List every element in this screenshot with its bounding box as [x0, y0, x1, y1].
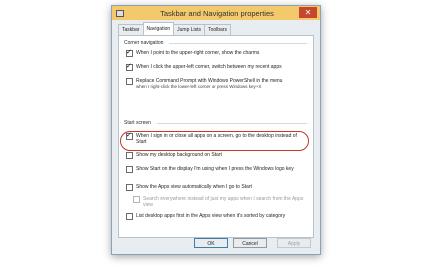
group-divider [169, 43, 307, 44]
checkbox-switch-recent-apps[interactable] [126, 62, 133, 71]
option-show-charms[interactable]: When I point to the upper-right corner, … [126, 48, 306, 57]
close-button[interactable]: ✕ [299, 7, 317, 18]
checkbox-go-to-desktop[interactable] [126, 131, 133, 140]
option-go-to-desktop[interactable]: When I sign in or close all apps on a sc… [126, 131, 306, 145]
cancel-button[interactable]: Cancel [233, 238, 267, 248]
start-screen-heading: Start screen [124, 120, 151, 126]
tab-strip: Taskbar Navigation Jump Lists Toolbars [118, 22, 231, 35]
window-title: Taskbar and Navigation properties [160, 8, 274, 18]
tab-toolbars[interactable]: Toolbars [204, 24, 231, 35]
tab-navigation[interactable]: Navigation [142, 22, 175, 35]
option-label: Search everywhere instead of just my app… [143, 196, 304, 208]
checkbox-start-on-display[interactable] [126, 166, 133, 173]
ok-button[interactable]: OK [194, 238, 228, 248]
tab-taskbar[interactable]: Taskbar [118, 24, 144, 35]
option-apps-view[interactable]: Show the Apps view automatically when I … [126, 184, 306, 191]
option-label: When I click the upper-left corner, swit… [136, 64, 282, 70]
checkbox-apps-view[interactable] [126, 184, 133, 191]
option-switch-recent-apps[interactable]: When I click the upper-left corner, swit… [126, 62, 306, 71]
option-start-on-display[interactable]: Show Start on the display I'm using when… [126, 166, 306, 173]
option-label: When I sign in or close all apps on a sc… [136, 133, 297, 145]
dialog-footer: OK Cancel Apply [112, 238, 320, 250]
group-divider [157, 123, 307, 124]
navigation-panel: Corner navigation When I point to the up… [118, 35, 314, 238]
checkbox-desktop-apps-first[interactable] [126, 213, 133, 220]
option-search-everywhere: Search everywhere instead of just my app… [133, 196, 305, 208]
taskbar-app-icon [116, 9, 124, 17]
properties-dialog: Taskbar and Navigation properties ✕ Task… [111, 5, 321, 255]
checkbox-powershell[interactable] [126, 78, 133, 85]
option-label: List desktop apps first in the Apps view… [136, 213, 286, 219]
option-label: Show my desktop background on Start [136, 152, 222, 158]
option-label-sub: when I right-click the lower-left corner… [136, 84, 262, 89]
checkbox-search-everywhere [133, 196, 140, 203]
option-powershell[interactable]: Replace Command Prompt with Windows Powe… [126, 78, 306, 90]
option-desktop-background[interactable]: Show my desktop background on Start [126, 152, 306, 159]
option-label: Replace Command Prompt with Windows Powe… [136, 78, 282, 90]
option-label: Show Start on the display I'm using when… [136, 166, 294, 172]
option-desktop-apps-first[interactable]: List desktop apps first in the Apps view… [126, 213, 306, 220]
corner-navigation-heading: Corner navigation [124, 40, 164, 46]
option-label: When I point to the upper-right corner, … [136, 50, 260, 56]
tab-jump-lists[interactable]: Jump Lists [173, 24, 206, 35]
apply-button[interactable]: Apply [277, 238, 311, 248]
checkbox-show-charms[interactable] [126, 48, 133, 57]
title-bar[interactable]: Taskbar and Navigation properties ✕ [112, 6, 320, 20]
option-label: Show the Apps view automatically when I … [136, 184, 252, 190]
checkbox-desktop-background[interactable] [126, 152, 133, 159]
